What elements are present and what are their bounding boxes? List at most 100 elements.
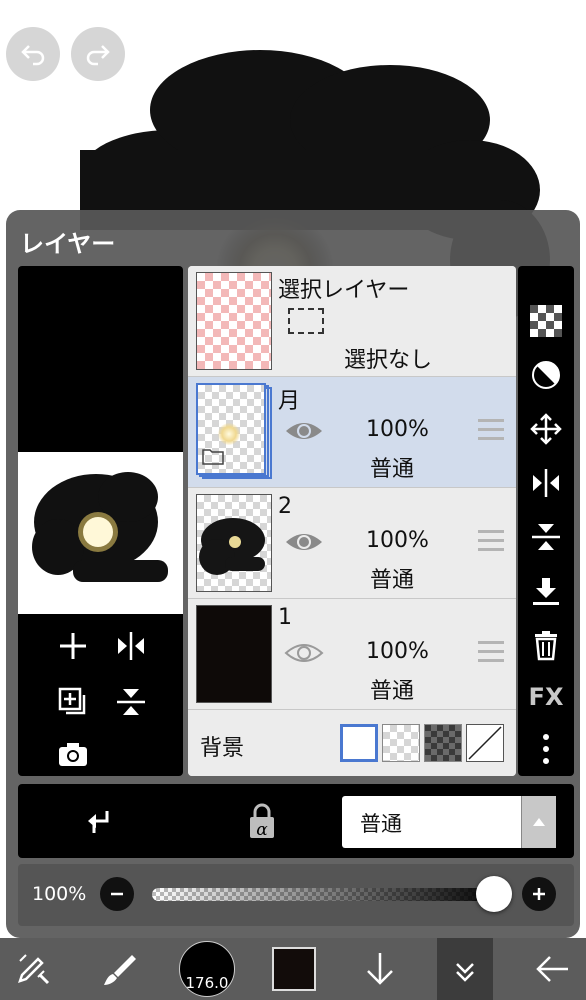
merge-down-button[interactable] [518,566,574,616]
double-chevron-down-icon [456,963,474,982]
background-white-option[interactable] [340,724,378,762]
move-arrows-icon [530,413,562,445]
current-color-swatch [272,947,316,991]
opacity-increase-button[interactable] [522,877,556,911]
pen-eraser-icon [18,954,50,985]
trash-icon [535,631,557,661]
preview-artwork [32,472,168,582]
layer-blend-mode: 普通 [370,679,415,704]
half-circle-icon [532,361,560,389]
brush-icon [104,955,136,985]
layer-thumbnail [196,605,272,703]
brush-size-button[interactable]: 176.0 [176,938,238,1000]
visibility-toggle[interactable] [284,639,324,671]
back-button[interactable] [524,938,580,1000]
duplicate-layer-button[interactable] [48,680,98,724]
layer-thumbnail-art [199,518,265,575]
tool-switch-button[interactable] [6,938,62,1000]
color-button[interactable] [266,938,322,1000]
brush-size-indicator: 176.0 [179,941,235,997]
clip-arrow-icon [88,811,109,833]
flip-horizontal-icon [118,632,144,660]
opacity-slider[interactable] [152,876,512,912]
background-dark-checker-option[interactable] [424,724,462,762]
eye-icon [286,423,322,439]
flip-vertical-icon [532,524,560,550]
layer-tools-column: FX [518,266,574,776]
layer-row[interactable]: 2 100% 普通 [188,488,516,599]
eye-outline-icon [284,644,324,662]
selection-layer-row[interactable]: 選択レイヤー 選択なし [188,266,516,377]
blend-mode-bar: α 普通 [18,784,574,858]
drag-handle-icon[interactable] [478,419,504,446]
alpha-lock-icon: α [250,803,274,840]
camera-icon [59,743,87,766]
no-background-icon [468,726,502,760]
layer-name: 2 [278,494,292,519]
background-transparent-option[interactable] [382,724,420,762]
plus-icon [60,633,86,659]
redo-button[interactable] [71,27,125,81]
layer-thumbnail-stack [196,383,276,483]
transparency-button[interactable] [518,296,574,346]
layer-down-button[interactable] [352,938,408,1000]
delete-layer-button[interactable] [518,620,574,670]
blend-mode-select[interactable]: 普通 [342,796,556,848]
fx-label: FX [528,683,564,711]
layer-opacity: 100% [366,417,429,442]
background-none-option[interactable] [466,724,504,762]
layer-blend-mode: 普通 [370,457,415,482]
opacity-control: 100% [18,864,574,926]
drag-handle-icon[interactable] [478,530,504,557]
layer-flip-horizontal-button[interactable] [518,458,574,508]
flip-vertical-icon [117,689,145,715]
import-photo-button[interactable] [48,732,98,776]
clipping-toggle[interactable] [78,800,122,844]
layer-opacity: 100% [366,528,429,553]
layer-flip-vertical-button[interactable] [518,512,574,562]
svg-text:α: α [256,820,268,840]
layer-list: 選択レイヤー 選択なし 月 100% 普通 2 100% 普通 1 100% 普… [188,266,516,776]
move-button[interactable] [518,404,574,454]
layer-name: 1 [278,605,292,630]
selection-status: 選択なし [344,348,433,373]
flip-vertical-button[interactable] [106,680,156,724]
vertical-dots-icon [543,734,549,764]
background-row: 背景 [188,712,516,776]
selection-marquee-icon [288,308,324,334]
layer-row[interactable]: 1 100% 普通 [188,599,516,710]
opacity-decrease-button[interactable] [100,877,134,911]
layer-preview-panel [18,266,183,776]
visibility-toggle[interactable] [284,417,324,449]
opacity-slider-thumb[interactable] [476,876,512,912]
brush-tool-button[interactable] [92,938,148,1000]
flip-horizontal-button[interactable] [106,624,156,668]
plus-icon [533,888,545,900]
blend-mode-value: 普通 [360,812,402,836]
alpha-lock-toggle[interactable]: α [240,800,284,844]
triangle-up-icon [533,818,545,826]
layer-row[interactable]: 月 100% 普通 [188,377,516,488]
clipping-button[interactable] [518,350,574,400]
flip-horizontal-icon [533,469,559,497]
canvas-preview[interactable] [18,452,183,614]
brush-size-value: 176.0 [185,974,229,992]
merge-down-icon [533,578,559,605]
layer-name: 月 [278,389,301,414]
layer-opacity: 100% [366,639,429,664]
fx-button[interactable]: FX [518,672,574,722]
collapse-panel-button[interactable] [437,938,493,1000]
opacity-value: 100% [32,883,87,905]
folder-icon [202,449,224,465]
eye-icon [286,534,322,550]
more-options-button[interactable] [518,724,574,774]
undo-button[interactable] [6,27,60,81]
duplicate-icon [58,687,86,715]
drag-handle-icon[interactable] [478,641,504,668]
add-layer-button[interactable] [48,624,98,668]
redo-icon [86,45,110,66]
visibility-toggle[interactable] [284,528,324,560]
blend-mode-dropdown-arrow[interactable] [521,796,556,848]
selection-layer-thumbnail [196,272,272,370]
layer-thumbnail [196,494,272,592]
